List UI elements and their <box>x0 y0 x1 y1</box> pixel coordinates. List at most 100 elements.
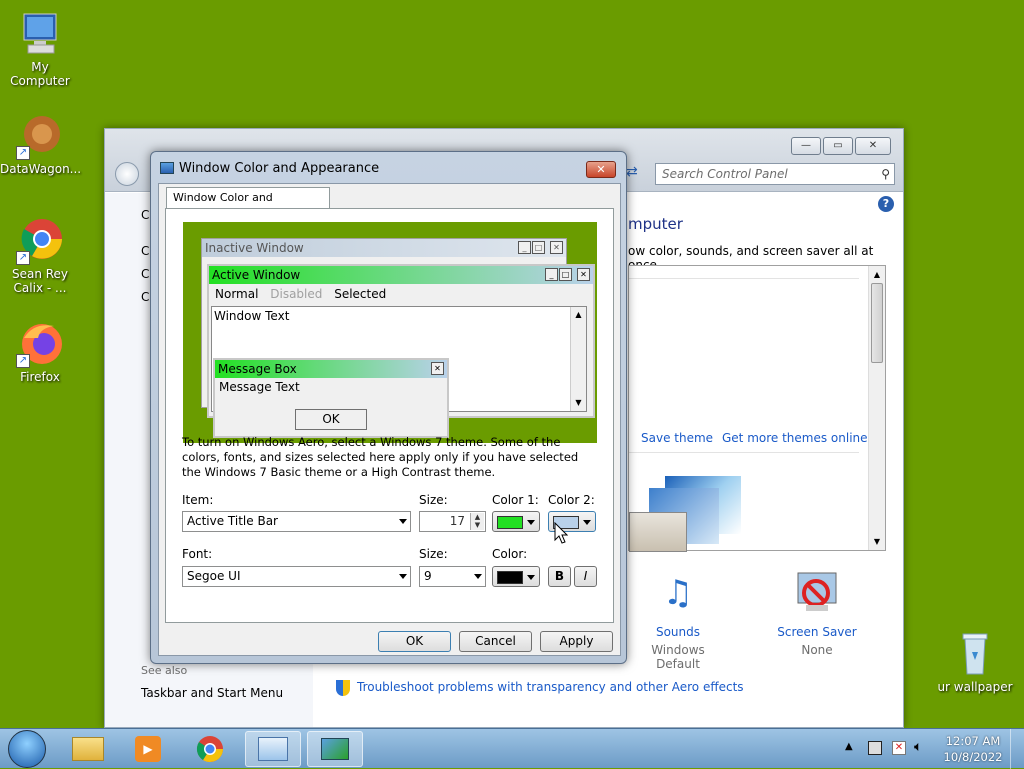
folder-icon <box>72 737 104 761</box>
control-panel-icon <box>258 737 288 761</box>
item-size-label: Size: <box>419 493 448 507</box>
desktop-icon-label: Sean Rey Calix - ... <box>11 267 69 295</box>
preview-inactive-titlebar: Inactive Window _ □ ✕ <box>202 239 566 257</box>
tab-window-color[interactable]: Window Color and Appearance <box>166 187 330 224</box>
taskbar-chrome[interactable] <box>182 731 238 767</box>
desktop-icon-recycle-bin[interactable]: ur wallpaper <box>935 630 1015 694</box>
clock[interactable]: 12:07 AM 10/8/2022 <box>940 733 1006 765</box>
window-text: Window Text <box>214 309 290 323</box>
left-nav-letter: C <box>141 267 150 281</box>
volume-icon[interactable]: 🔈︎ <box>914 739 922 755</box>
computer-icon <box>16 10 64 58</box>
item-size-stepper[interactable]: 17 ▲ ▼ <box>419 511 486 532</box>
chevron-down-icon <box>583 520 591 525</box>
color1-button[interactable] <box>492 511 540 532</box>
shield-icon <box>336 680 350 696</box>
minimize-icon: _ <box>545 268 558 281</box>
color2-label: Color 2: <box>548 493 595 507</box>
inactive-window-title: Inactive Window <box>205 241 304 255</box>
menu-selected: Selected <box>334 287 387 301</box>
maximize-button[interactable]: ▭ <box>823 137 853 155</box>
italic-button[interactable]: I <box>574 566 597 587</box>
close-icon: ✕ <box>431 362 444 375</box>
preview-message-box[interactable]: Message Box ✕ Message Text OK <box>213 358 449 438</box>
font-color-button[interactable] <box>492 566 540 587</box>
start-button[interactable] <box>8 730 46 768</box>
window-color-dialog[interactable]: Window Color and Appearance ✕ Window Col… <box>150 151 627 664</box>
page-heading: mputer <box>628 215 683 233</box>
desktop-icon-datawagon[interactable]: ↗ DataWagon... <box>0 112 81 176</box>
taskbar-control-panel[interactable] <box>245 731 301 767</box>
desktop-icon-firefox[interactable]: ↗ Firefox <box>0 320 80 384</box>
chrome-icon <box>196 736 224 763</box>
minimize-button[interactable]: — <box>791 137 821 155</box>
show-desktop-button[interactable] <box>1010 729 1024 769</box>
dialog-close-button[interactable]: ✕ <box>586 161 616 178</box>
clock-time: 12:07 AM <box>945 734 1001 748</box>
theme-thumbnail[interactable] <box>629 476 747 552</box>
desktop-icon-chrome-profile[interactable]: ↗ Sean Rey Calix - ... <box>0 217 80 295</box>
taskbar-window-color[interactable] <box>307 731 363 767</box>
network-icon[interactable] <box>868 741 882 755</box>
apply-button[interactable]: Apply <box>540 631 613 652</box>
item-combo-value: Active Title Bar <box>187 514 278 528</box>
screen-saver-icon <box>767 569 867 625</box>
see-also-label: See also <box>141 664 188 677</box>
chrome-icon: ↗ <box>16 217 64 265</box>
scroll-thumb[interactable] <box>871 283 883 363</box>
chevron-down-icon <box>399 519 407 524</box>
help-icon[interactable]: ? <box>878 196 894 212</box>
left-nav-letter: C <box>141 290 150 304</box>
font-combo[interactable]: Segoe UI <box>182 566 411 587</box>
font-size-combo[interactable]: 9 <box>419 566 486 587</box>
save-theme-link[interactable]: Save theme <box>641 431 713 445</box>
maximize-icon: □ <box>532 241 545 254</box>
cancel-button[interactable]: Cancel <box>459 631 532 652</box>
desktop-icon-label: ur wallpaper <box>937 680 1013 694</box>
shortcut-arrow-icon: ↗ <box>16 146 30 160</box>
dialog-app-icon <box>160 162 174 174</box>
shortcut-arrow-icon: ↗ <box>16 354 30 368</box>
nav-back-button[interactable] <box>115 162 139 186</box>
bold-button[interactable]: B <box>548 566 571 587</box>
message-text: Message Text <box>219 380 300 394</box>
message-box-titlebar: Message Box ✕ <box>215 360 447 378</box>
taskbar-media-player[interactable]: ▶ <box>120 731 176 767</box>
font-color-swatch <box>497 571 523 584</box>
tray-show-hidden-icon[interactable]: ▲ <box>845 741 853 752</box>
screen-saver-label: Screen Saver <box>777 625 857 639</box>
themes-list[interactable]: ▲ ▼ Save theme Get more themes online <box>628 265 886 552</box>
item-label: Item: <box>182 493 214 507</box>
sounds-item[interactable]: ♫ Sounds Windows Default <box>628 569 728 671</box>
taskbar-start-menu-link[interactable]: Taskbar and Start Menu <box>141 686 283 700</box>
spin-arrows-icon[interactable]: ▲ ▼ <box>470 513 484 530</box>
maximize-icon: □ <box>559 268 572 281</box>
color1-swatch <box>497 516 523 529</box>
left-nav-letter: C <box>141 208 150 222</box>
screen-saver-item[interactable]: Screen Saver None <box>767 569 867 657</box>
desktop-icon-my-computer[interactable]: My Computer <box>0 10 80 88</box>
firefox-icon: ↗ <box>16 320 64 368</box>
item-combo[interactable]: Active Title Bar <box>182 511 411 532</box>
sounds-label: Sounds <box>655 625 701 639</box>
taskbar-explorer[interactable] <box>60 731 116 767</box>
scroll-down-arrow-icon[interactable]: ▼ <box>869 533 885 550</box>
taskbar: ▶ ▲ ✕ 🔈︎ 12:07 AM 10/8/2022 <box>0 728 1024 769</box>
font-color-label: Color: <box>492 547 528 561</box>
search-input[interactable]: Search Control Panel ⚲ <box>655 163 895 185</box>
message-box-ok-button[interactable]: OK <box>295 409 367 430</box>
scroll-up-arrow-icon[interactable]: ▲ <box>869 266 885 283</box>
ok-button[interactable]: OK <box>378 631 451 652</box>
close-icon: ✕ <box>577 268 590 281</box>
appearance-preview[interactable]: Inactive Window _ □ ✕ Active Window _ □ ✕ No… <box>183 222 597 443</box>
troubleshoot-link[interactable]: Troubleshoot problems with transparency … <box>357 680 744 694</box>
themes-scrollbar[interactable]: ▲ ▼ <box>868 266 885 550</box>
menu-normal: Normal <box>215 287 259 301</box>
refresh-icon[interactable]: ⇄ <box>626 164 646 184</box>
get-more-themes-link[interactable]: Get more themes online <box>722 431 868 445</box>
datawagon-icon: ↗ <box>16 112 64 160</box>
action-center-icon[interactable]: ✕ <box>892 741 906 755</box>
aero-info-text: To turn on Windows Aero, select a Window… <box>182 435 579 479</box>
font-size-value: 9 <box>424 569 432 583</box>
close-button[interactable]: ✕ <box>855 137 891 155</box>
